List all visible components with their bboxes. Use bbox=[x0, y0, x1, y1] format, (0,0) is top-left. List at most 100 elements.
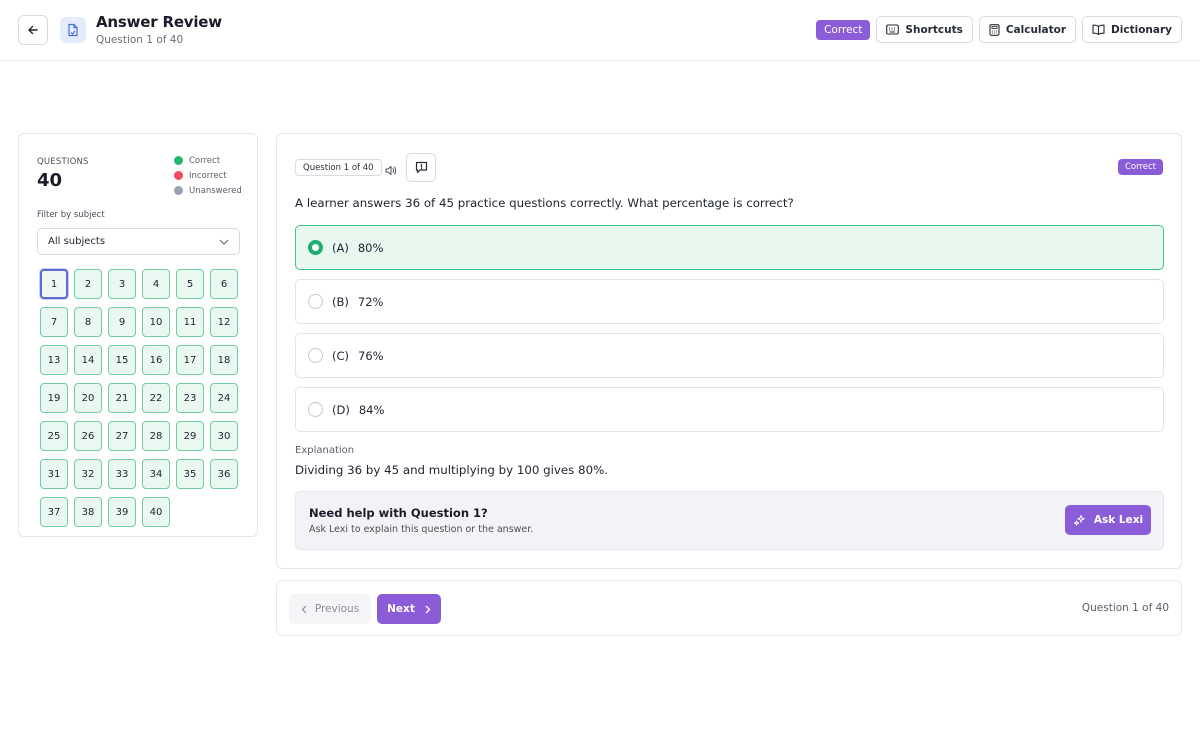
question-number-button[interactable]: 9 bbox=[108, 307, 136, 337]
previous-label: Previous bbox=[314, 603, 360, 615]
calculator-icon bbox=[989, 23, 1000, 36]
status-badge: Correct bbox=[816, 19, 871, 40]
option-text: 84% bbox=[358, 402, 385, 417]
question-number-button[interactable]: 18 bbox=[210, 345, 238, 375]
explanation-label: Explanation bbox=[295, 445, 355, 456]
question-number-button[interactable]: 1 bbox=[40, 269, 68, 299]
question-number-button[interactable]: 3 bbox=[108, 269, 136, 299]
question-grid: 1 2 3 4 5 6 7 8 9 10 11 12 13 14 15 16 17 18 19 20 21 22 23 24 2… bbox=[40, 269, 238, 527]
question-number-button[interactable]: 21 bbox=[108, 383, 136, 413]
questions-count: 40 bbox=[37, 170, 63, 191]
question-number-button[interactable]: 36 bbox=[210, 459, 238, 489]
legend-item-incorrect: Incorrect bbox=[174, 168, 242, 183]
question-number-button[interactable]: 16 bbox=[142, 345, 170, 375]
next-label: Next bbox=[387, 603, 415, 615]
navigation-bar: Previous Next Question 1 of 40 bbox=[276, 580, 1182, 636]
question-number-button[interactable]: 22 bbox=[142, 383, 170, 413]
arrow-left-icon bbox=[28, 25, 38, 35]
radio-icon bbox=[308, 348, 323, 363]
option-text: 72% bbox=[357, 294, 384, 309]
toolbar: Correct Shortcuts Calculator Dictionary bbox=[816, 16, 1182, 43]
document-icon bbox=[60, 17, 86, 43]
question-card: Question 1 of 40 Correct A learner answe… bbox=[276, 133, 1182, 569]
question-number-button[interactable]: 31 bbox=[40, 459, 68, 489]
option-a[interactable]: (A) 80% bbox=[295, 225, 1164, 270]
back-button[interactable] bbox=[18, 15, 48, 45]
question-number-button[interactable]: 10 bbox=[142, 307, 170, 337]
shortcuts-button[interactable]: Shortcuts bbox=[876, 16, 973, 43]
question-number-button[interactable]: 35 bbox=[176, 459, 204, 489]
question-number-button[interactable]: 12 bbox=[210, 307, 238, 337]
calculator-button[interactable]: Calculator bbox=[978, 16, 1077, 43]
filter-label: Filter by subject bbox=[37, 210, 105, 220]
question-number-button[interactable]: 8 bbox=[74, 307, 102, 337]
calculator-label: Calculator bbox=[1005, 23, 1067, 36]
chevron-down-icon bbox=[219, 239, 229, 245]
question-number-button[interactable]: 29 bbox=[176, 421, 204, 451]
question-number-button[interactable]: 11 bbox=[176, 307, 204, 337]
option-c[interactable]: (C) 76% bbox=[295, 333, 1164, 378]
question-number-button[interactable]: 5 bbox=[176, 269, 204, 299]
question-number-button[interactable]: 15 bbox=[108, 345, 136, 375]
question-number-button[interactable]: 40 bbox=[142, 497, 170, 527]
speaker-icon[interactable] bbox=[385, 161, 397, 180]
legend-item-unanswered: Unanswered bbox=[174, 183, 242, 198]
help-panel: Need help with Question 1? Ask Lexi to e… bbox=[295, 491, 1164, 550]
radio-icon bbox=[308, 402, 323, 417]
question-number-button[interactable]: 30 bbox=[210, 421, 238, 451]
question-number-button[interactable]: 32 bbox=[74, 459, 102, 489]
question-number-button[interactable]: 37 bbox=[40, 497, 68, 527]
previous-button[interactable]: Previous bbox=[289, 594, 371, 624]
question-number-button[interactable]: 13 bbox=[40, 345, 68, 375]
option-text: 76% bbox=[358, 348, 384, 363]
question-number-button[interactable]: 20 bbox=[74, 383, 102, 413]
question-number-tag: Question 1 of 40 bbox=[295, 159, 382, 176]
question-number-button[interactable]: 28 bbox=[142, 421, 170, 451]
question-number-button[interactable]: 6 bbox=[210, 269, 238, 299]
question-number-button[interactable]: 25 bbox=[40, 421, 68, 451]
book-icon bbox=[1092, 24, 1105, 35]
option-letter: (B) bbox=[332, 294, 349, 309]
subject-filter-select[interactable]: All subjects bbox=[37, 228, 240, 255]
question-number-button[interactable]: 23 bbox=[176, 383, 204, 413]
option-letter: (C) bbox=[332, 348, 350, 363]
option-d[interactable]: (D) 84% bbox=[295, 387, 1164, 432]
ask-lexi-label: Ask Lexi bbox=[1093, 514, 1144, 526]
question-number-button[interactable]: 39 bbox=[108, 497, 136, 527]
question-number-button[interactable]: 33 bbox=[108, 459, 136, 489]
keyboard-icon bbox=[886, 24, 900, 35]
explanation-text: Dividing 36 by 45 and multiplying by 100… bbox=[295, 463, 609, 477]
navigation-status: Question 1 of 40 bbox=[1081, 602, 1169, 614]
dictionary-label: Dictionary bbox=[1111, 23, 1172, 36]
question-number-button[interactable]: 26 bbox=[74, 421, 102, 451]
chevron-left-icon bbox=[301, 605, 307, 613]
result-badge: Correct bbox=[1117, 159, 1163, 175]
message-flag-icon bbox=[415, 161, 427, 174]
help-subtitle: Ask Lexi to explain this question or the… bbox=[309, 524, 534, 535]
page-title: Answer Review bbox=[96, 13, 222, 31]
subject-filter-value: All subjects bbox=[48, 236, 106, 247]
question-number-button[interactable]: 14 bbox=[74, 345, 102, 375]
question-number-button[interactable]: 27 bbox=[108, 421, 136, 451]
shortcuts-label: Shortcuts bbox=[905, 23, 963, 36]
legend: Correct Incorrect Unanswered bbox=[174, 153, 242, 198]
questions-label: QUESTIONS bbox=[37, 157, 89, 167]
radio-icon bbox=[308, 294, 323, 309]
question-number-button[interactable]: 17 bbox=[176, 345, 204, 375]
legend-item-correct: Correct bbox=[174, 153, 242, 168]
chevron-right-icon bbox=[425, 605, 431, 613]
question-number-button[interactable]: 19 bbox=[40, 383, 68, 413]
question-number-button[interactable]: 7 bbox=[40, 307, 68, 337]
question-number-button[interactable]: 38 bbox=[74, 497, 102, 527]
ask-lexi-button[interactable]: Ask Lexi bbox=[1065, 505, 1151, 535]
question-number-button[interactable]: 24 bbox=[210, 383, 238, 413]
option-letter: (D) bbox=[332, 402, 350, 417]
next-button[interactable]: Next bbox=[377, 594, 441, 624]
question-number-button[interactable]: 4 bbox=[142, 269, 170, 299]
dictionary-button[interactable]: Dictionary bbox=[1082, 16, 1182, 43]
question-number-button[interactable]: 2 bbox=[74, 269, 102, 299]
question-number-button[interactable]: 34 bbox=[142, 459, 170, 489]
option-b[interactable]: (B) 72% bbox=[295, 279, 1164, 324]
option-text: 80% bbox=[357, 240, 384, 255]
report-button[interactable] bbox=[406, 153, 436, 182]
